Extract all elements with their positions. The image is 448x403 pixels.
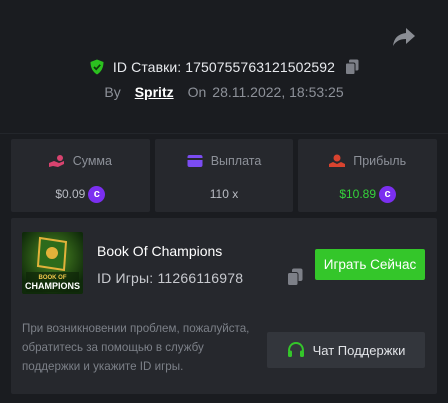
stat-label: Сумма bbox=[72, 154, 112, 168]
bet-id-row: ID Ставки: 1750755763121502592 bbox=[0, 56, 448, 78]
share-icon[interactable] bbox=[392, 26, 416, 48]
stat-value: 110 x bbox=[209, 187, 239, 201]
copy-icon[interactable] bbox=[345, 59, 359, 75]
stat-profit: Прибыль $10.89 c bbox=[298, 139, 438, 212]
wallet-icon bbox=[187, 155, 203, 167]
copy-icon[interactable] bbox=[287, 268, 303, 286]
coin-icon: c bbox=[379, 185, 397, 203]
bet-id-text: ID Ставки: 1750755763121502592 bbox=[112, 59, 336, 75]
by-label: By bbox=[104, 84, 121, 100]
money-hand-icon bbox=[329, 154, 346, 167]
stat-value: $10.89 bbox=[339, 187, 377, 201]
game-id: ID Игры: 11266116978 bbox=[97, 270, 244, 286]
game-thumbnail[interactable]: BOOK OF CHAMPIONS bbox=[22, 232, 83, 294]
stat-label: Прибыль bbox=[353, 154, 407, 168]
book-icon: BOOK OF CHAMPIONS bbox=[22, 232, 83, 294]
coin-icon: c bbox=[88, 185, 106, 203]
stats-row: Сумма $0.09 c Выплата 110 x Прибыль $10.… bbox=[11, 139, 438, 212]
stat-payout: Выплата 110 x bbox=[154, 139, 294, 212]
stat-value: $0.09 bbox=[55, 187, 86, 201]
support-help-text: При возникновении проблем, пожалуйста, о… bbox=[22, 322, 250, 373]
shield-check-icon bbox=[90, 59, 104, 75]
on-label: On bbox=[187, 84, 207, 100]
game-panel: BOOK OF CHAMPIONS Book Of Champions ID И… bbox=[11, 218, 437, 394]
support-chat-button[interactable]: Чат Поддержки bbox=[267, 332, 425, 368]
svg-text:CHAMPIONS: CHAMPIONS bbox=[25, 281, 80, 291]
stat-amount: Сумма $0.09 c bbox=[11, 139, 150, 212]
support-button-label: Чат Поддержки bbox=[312, 342, 406, 358]
game-title: Book Of Champions bbox=[97, 243, 223, 259]
username-link[interactable]: Spritz bbox=[135, 84, 174, 100]
divider bbox=[0, 133, 448, 134]
bet-meta-row: By Spritz On 28.11.2022, 18:53:25 bbox=[0, 82, 448, 102]
play-now-button[interactable]: Играть Сейчас bbox=[315, 249, 425, 280]
headset-icon bbox=[287, 341, 304, 357]
bet-datetime: 28.11.2022, 18:53:25 bbox=[212, 84, 344, 100]
stat-label: Выплата bbox=[210, 154, 262, 168]
hand-coin-icon bbox=[48, 155, 64, 167]
